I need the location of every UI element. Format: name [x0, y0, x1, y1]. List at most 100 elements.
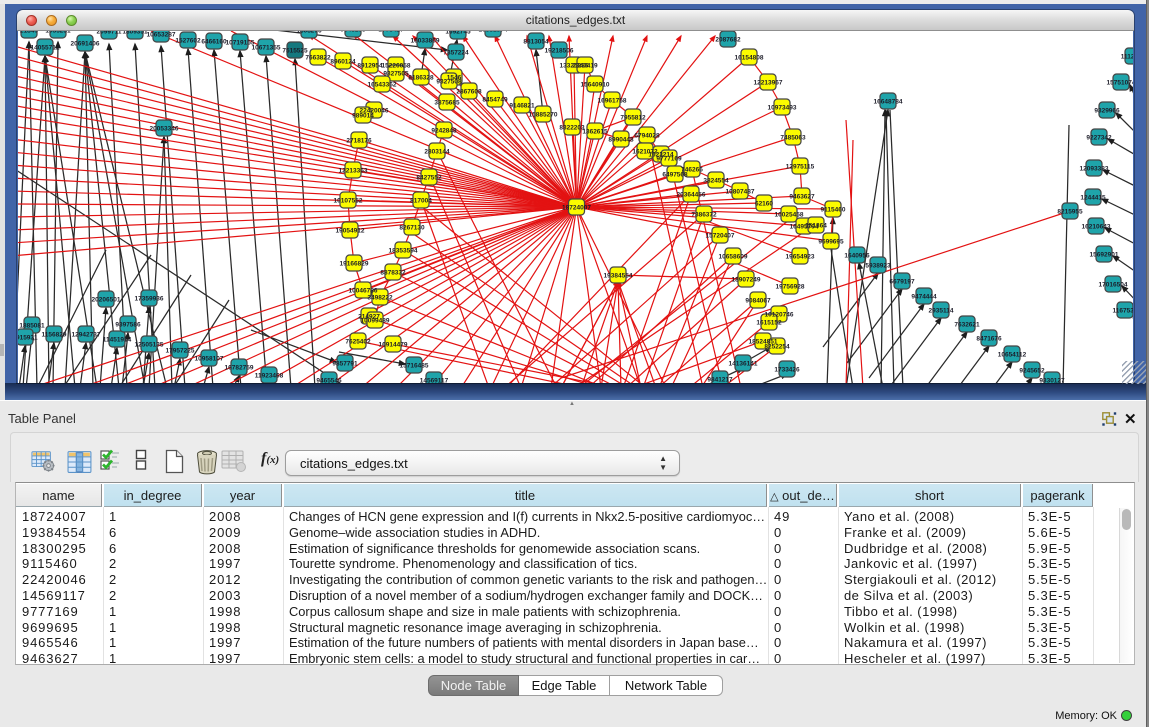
svg-text:9699695: 9699695: [818, 239, 844, 246]
svg-text:9857791: 9857791: [332, 361, 358, 368]
svg-text:7357224: 7357224: [443, 50, 469, 57]
svg-text:15885270: 15885270: [529, 112, 558, 119]
svg-text:7386372: 7386372: [691, 212, 717, 219]
svg-text:9648103: 9648103: [340, 31, 366, 34]
svg-text:19166829: 19166829: [340, 261, 369, 268]
svg-text:2340419: 2340419: [572, 63, 598, 70]
svg-text:16782759: 16782759: [225, 365, 254, 372]
svg-text:12213363: 12213363: [339, 168, 368, 175]
svg-text:11923468: 11923468: [255, 373, 284, 380]
svg-text:16648784: 16648784: [874, 99, 903, 106]
svg-text:8215955: 8215955: [1057, 209, 1083, 216]
svg-text:9115460: 9115460: [821, 207, 846, 214]
svg-text:17957225: 17957225: [166, 348, 195, 355]
svg-text:9242848: 9242848: [431, 128, 457, 135]
svg-text:9777169: 9777169: [656, 156, 682, 163]
svg-text:8252254: 8252254: [764, 344, 790, 351]
svg-text:8267130: 8267130: [399, 225, 425, 232]
svg-text:19756928: 19756928: [776, 284, 805, 291]
svg-text:20053346: 20053346: [150, 126, 179, 133]
svg-text:10671355: 10671355: [252, 45, 281, 52]
svg-text:11451914: 11451914: [103, 337, 132, 344]
svg-text:6794028: 6794028: [634, 133, 660, 140]
svg-text:1935231: 1935231: [45, 31, 71, 35]
svg-text:10958107: 10958107: [195, 356, 224, 363]
svg-text:15640910: 15640910: [581, 82, 610, 89]
svg-text:9474444: 9474444: [911, 294, 937, 301]
svg-text:3824554: 3824554: [703, 178, 729, 185]
svg-text:9330127: 9330127: [1039, 378, 1065, 384]
svg-text:8454749: 8454749: [482, 97, 508, 104]
svg-text:151364: 151364: [805, 223, 827, 230]
svg-text:16210643: 16210643: [1082, 224, 1111, 231]
svg-text:1692745: 1692745: [445, 31, 471, 36]
svg-text:10973493: 10973493: [768, 105, 797, 112]
svg-text:20206501: 20206501: [92, 297, 121, 304]
svg-text:10381374: 10381374: [479, 31, 508, 34]
svg-text:16033809: 16033809: [411, 38, 440, 45]
svg-text:9397586: 9397586: [115, 322, 141, 329]
svg-text:9463627: 9463627: [789, 194, 815, 201]
svg-text:9329966: 9329966: [1094, 108, 1120, 115]
svg-text:3915931: 3915931: [18, 335, 38, 342]
svg-text:2087682: 2087682: [715, 37, 741, 44]
svg-text:8878332: 8878332: [380, 270, 406, 277]
svg-text:19218506: 19218506: [545, 48, 574, 55]
svg-text:6679197: 6679197: [889, 279, 915, 286]
svg-text:21849: 21849: [20, 31, 38, 35]
svg-text:989014: 989014: [352, 113, 374, 120]
svg-text:10653287: 10653287: [147, 32, 176, 39]
svg-text:7663822: 7663822: [305, 55, 331, 62]
svg-text:1244415: 1244415: [1080, 195, 1106, 202]
svg-text:2803144: 2803144: [424, 149, 450, 156]
svg-text:10046786: 10046786: [349, 288, 378, 295]
svg-text:8813054: 8813054: [523, 39, 549, 46]
svg-text:2935114: 2935114: [929, 308, 954, 315]
svg-text:9146821: 9146821: [509, 103, 535, 110]
svg-text:14055712: 14055712: [31, 45, 60, 52]
svg-text:1167534: 1167534: [1113, 308, 1133, 315]
svg-text:3875685: 3875685: [434, 100, 460, 107]
svg-text:17359936: 17359936: [135, 296, 164, 303]
svg-text:1156829: 1156829: [42, 332, 67, 339]
svg-text:6466160: 6466160: [201, 39, 227, 46]
svg-text:8322203: 8322203: [559, 125, 585, 132]
svg-text:20691406: 20691406: [71, 41, 100, 48]
svg-text:9245652: 9245652: [1019, 368, 1045, 375]
svg-text:10099489: 10099489: [361, 318, 390, 325]
svg-text:16914479: 16914479: [379, 342, 408, 349]
svg-text:2718176: 2718176: [346, 138, 372, 145]
svg-text:8990448: 8990448: [608, 137, 634, 144]
svg-text:9227342: 9227342: [1086, 135, 1112, 142]
svg-text:746266: 746266: [681, 167, 703, 174]
svg-text:1733426: 1733426: [774, 367, 800, 374]
svg-text:12505135: 12505135: [135, 342, 164, 349]
svg-text:17016504: 17016504: [1099, 282, 1128, 289]
svg-text:10807487: 10807487: [726, 189, 755, 196]
svg-text:9327508: 9327508: [436, 79, 462, 86]
svg-text:19654923: 19654923: [786, 254, 815, 261]
svg-text:14136141: 14136141: [729, 361, 758, 368]
svg-text:8960124: 8960124: [330, 59, 356, 66]
svg-text:62160: 62160: [755, 201, 773, 208]
svg-text:12975115: 12975115: [786, 164, 815, 171]
svg-text:8912954: 8912954: [357, 63, 383, 70]
svg-text:10120746: 10120746: [765, 312, 794, 319]
svg-text:1775427: 1775427: [378, 31, 404, 34]
svg-text:16543362: 16543362: [368, 82, 397, 89]
svg-text:1808276: 1808276: [296, 31, 322, 35]
svg-text:1640956: 1640956: [844, 253, 870, 260]
svg-text:8471676: 8471676: [976, 336, 1002, 343]
svg-text:20364456: 20364456: [677, 192, 706, 199]
svg-text:8427552: 8427552: [416, 175, 442, 182]
svg-text:16154808: 16154808: [735, 55, 764, 62]
svg-text:9465546: 9465546: [316, 378, 342, 384]
svg-text:817004: 817004: [410, 198, 432, 205]
svg-text:14569117: 14569117: [420, 378, 449, 384]
svg-text:15692901: 15692901: [1090, 252, 1119, 259]
svg-text:1615152: 1615152: [756, 320, 782, 327]
svg-text:12093383: 12093383: [1080, 166, 1109, 173]
svg-text:18724007: 18724007: [562, 205, 591, 212]
svg-text:9327505: 9327505: [383, 71, 409, 78]
svg-text:7625402: 7625402: [345, 339, 371, 346]
